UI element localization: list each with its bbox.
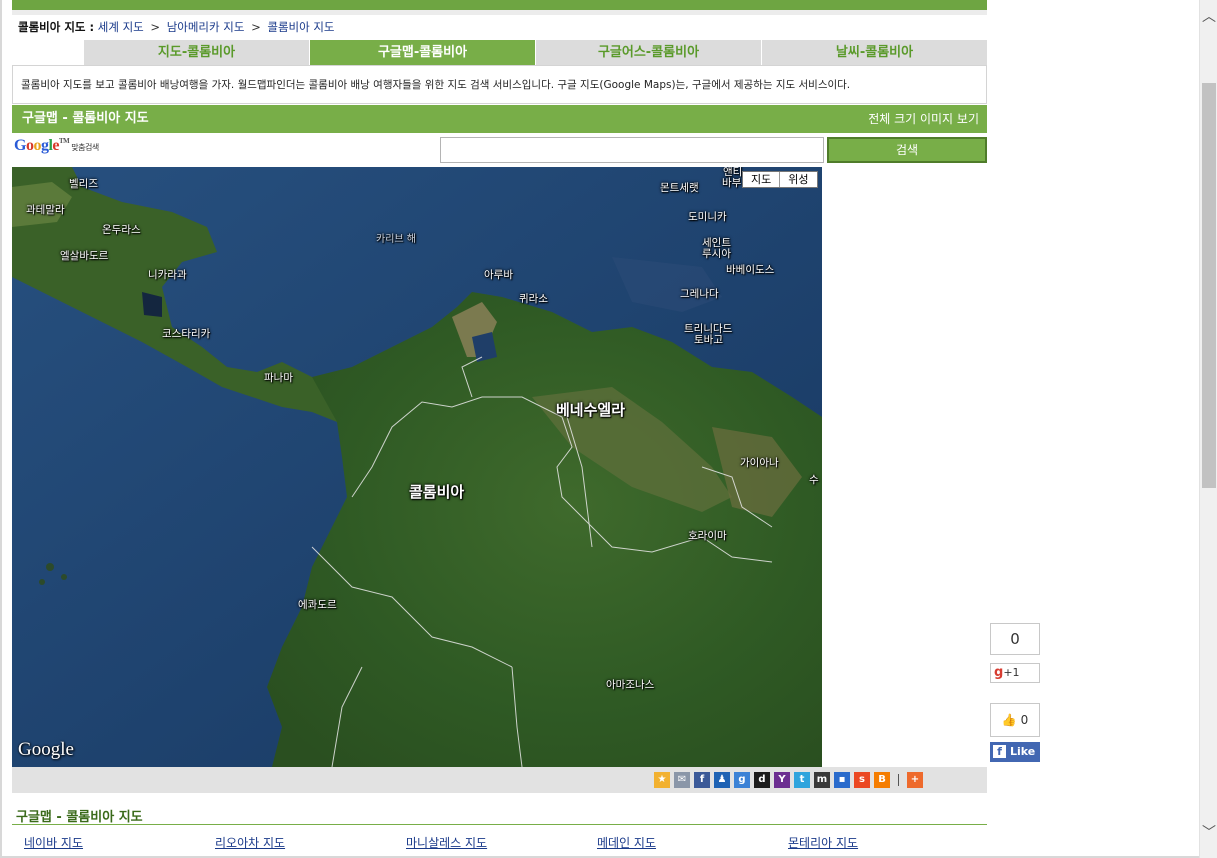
map-label-ecuador: 에콰도르 [298,599,337,611]
google-share-icon[interactable]: g [734,772,750,788]
google-map-satellite[interactable]: 벨리즈 과테말라 온두라스 엘살바도르 니카라과 코스타리카 파나마 카리브 해… [12,167,822,767]
map-type-satellite-button[interactable]: 위성 [779,172,817,187]
breadcrumb-current-link[interactable]: 콜롬비아 지도 [267,20,334,34]
map-label-guyana: 가이아나 [740,457,779,469]
city-link-medellin[interactable]: 메데인 지도 [597,834,656,851]
map-label-venezuela: 베네수엘라 [556,401,626,419]
breadcrumb-title: 콜롬비아 지도 : [18,20,95,34]
myspace-icon[interactable]: ♟ [714,772,730,788]
map-type-map-button[interactable]: 지도 [743,172,780,187]
map-label-barbados: 바베이도스 [726,264,775,276]
share-bar: ★ ✉ f ♟ g d Yt m ▪ s B + [12,767,987,793]
map-label-roraima: 호라이마 [688,530,727,542]
map-label-aruba: 아루바 [484,269,513,281]
facebook-like-button[interactable]: f Like [990,742,1040,762]
map-label-nicaragua: 니카라과 [148,269,187,281]
city-link-neiva[interactable]: 네이바 지도 [24,834,83,851]
window-left-border [0,0,2,858]
map-type-control: 지도 위성 [742,171,818,188]
related-links-title: 구글맵 - 콜롬비아 지도 [16,810,143,825]
map-tabs: 지도-콜롬비아 구글맵-콜롬비아 구글어스-콜롬비아 날씨-콜롬비아 [84,40,987,65]
social-widgets: 0 g+1 👍 0 f Like [990,623,1040,762]
city-link-monteria[interactable]: 몬테리아 지도 [788,834,858,851]
like-count-value: 0 [1020,713,1029,727]
gplus-label: +1 [1003,666,1020,679]
map-label-barbuda: 바부 [722,177,742,189]
related-links-divider [12,824,987,825]
blogger-icon[interactable]: B [874,772,890,788]
delicious-icon[interactable]: ▪ [834,772,850,788]
trademark-mark: TM [59,137,70,145]
map-label-honduras: 온두라스 [102,224,141,236]
scroll-up-arrow-icon[interactable]: ︿ [1200,8,1217,26]
vertical-scrollbar[interactable]: ︿ ﹀ [1199,0,1217,858]
map-label-belize: 벨리즈 [69,178,98,190]
section-header: 구글맵 - 콜롬비아 지도 전체 크기 이미지 보기 [12,105,987,133]
breadcrumb: 콜롬비아 지도 : 세계 지도 > 남아메리카 지도 > 콜롬비아 지도 [18,18,335,36]
map-label-colombia: 콜롬비아 [409,483,465,501]
breadcrumb-separator: > [251,20,261,34]
map-label-amazonas: 아마조나스 [606,679,655,691]
search-input[interactable] [440,137,824,163]
map-label-lucia: 루시아 [702,248,731,260]
map-label-panama: 파나마 [264,372,293,384]
map-label-suriname: 수 [809,474,819,486]
breadcrumb-world-link[interactable]: 세계 지도 [98,20,144,34]
digg-icon[interactable]: d [754,772,770,788]
city-link-manizales[interactable]: 마니살레스 지도 [406,834,487,851]
map-label-caribbean-sea: 카리브 해 [376,234,416,245]
map-label-tobago: 토바고 [694,334,723,346]
share-icons: ★ ✉ f ♟ g d Yt m ▪ s B + [654,772,927,788]
breadcrumb-continent-link[interactable]: 남아메리카 지도 [167,20,245,34]
gplus-button[interactable]: g+1 [990,663,1040,683]
satellite-terrain [12,167,822,767]
description-text: 콜롬비아 지도를 보고 콜롬비아 배낭여행을 가자. 월드맵파인더는 콜롬비아 … [12,65,987,104]
bookmark-star-icon[interactable]: ★ [654,772,670,788]
map-label-costa-rica: 코스타리카 [162,328,211,340]
map-label-montserrat: 몬트세랫 [660,182,699,194]
tab-google-map[interactable]: 구글맵-콜롬비아 [310,40,536,65]
tab-map[interactable]: 지도-콜롬비아 [84,40,310,65]
map-label-guatemala: 과테말라 [26,204,65,216]
facebook-icon: f [993,745,1006,758]
section-title: 구글맵 - 콜롬비아 지도 [22,111,149,126]
gplus-count: 0 [990,623,1040,655]
yahoo-icon[interactable]: Y [774,772,790,788]
city-link-riohacha[interactable]: 리오아차 지도 [215,834,285,851]
fullsize-image-link[interactable]: 전체 크기 이미지 보기 [868,105,979,133]
facebook-like-count: 👍 0 [990,703,1040,737]
scrollbar-thumb[interactable] [1202,83,1216,488]
myyahoo-icon[interactable]: m [814,772,830,788]
tab-google-earth[interactable]: 구글어스-콜롬비아 [536,40,762,65]
google-custom-search-logo: GoogleTM맞춤검색 [14,137,99,154]
share-more-icon[interactable]: + [907,772,923,788]
map-label-el-salvador: 엘살바도르 [60,250,109,262]
thumbs-up-icon: 👍 [1001,713,1017,727]
google-attribution-logo: Google [18,739,74,760]
tab-weather[interactable]: 날씨-콜롬비아 [762,40,987,65]
share-divider [898,774,899,786]
stumbleupon-icon[interactable]: s [854,772,870,788]
gplus-icon: g [994,665,1004,680]
map-label-dominica: 도미니카 [688,211,727,223]
custom-search-label: 맞춤검색 [71,143,99,152]
map-label-grenada: 그레나다 [680,288,719,300]
scroll-down-arrow-icon[interactable]: ﹀ [1200,824,1217,842]
breadcrumb-separator: > [150,20,161,34]
twitter-icon[interactable]: t [794,772,810,788]
search-button[interactable]: 검색 [827,137,987,163]
custom-search-bar: GoogleTM맞춤검색 검색 [12,134,987,166]
facebook-share-icon[interactable]: f [694,772,710,788]
top-bar-shadow [12,10,987,15]
email-icon[interactable]: ✉ [674,772,690,788]
top-green-bar [12,0,987,10]
like-label: Like [1010,745,1036,758]
map-label-curacao: 퀴라소 [519,293,548,305]
